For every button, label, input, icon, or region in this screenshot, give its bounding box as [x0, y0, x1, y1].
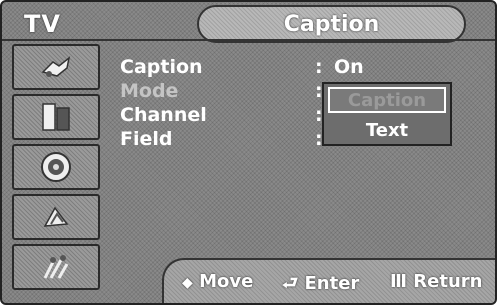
menu-title-tab: Caption	[197, 5, 466, 43]
move-icon: ◆	[182, 275, 193, 291]
title-divider	[2, 39, 495, 41]
menu-title: Caption	[283, 11, 380, 37]
menu-item-label: Caption	[120, 56, 203, 78]
mode-dropdown[interactable]: Caption Text	[322, 82, 452, 146]
menu-item-channel[interactable]: Channel	[120, 104, 320, 128]
picture-icon[interactable]	[12, 94, 100, 140]
return-icon: Ⅲ	[390, 271, 408, 292]
menu-item-label: Field	[120, 128, 173, 150]
channel-icon[interactable]	[12, 194, 100, 240]
menu-item-field[interactable]: Field	[120, 128, 320, 152]
enter-label: Enter	[304, 273, 360, 294]
caption-value: On	[334, 56, 364, 78]
menu-item-caption[interactable]: Caption	[120, 56, 320, 80]
help-bar: ◆ Move ⮐ Enter Ⅲ Return	[162, 258, 495, 303]
input-icon[interactable]	[12, 44, 100, 90]
return-label: Return	[413, 271, 483, 292]
tv-label: TV	[24, 10, 61, 38]
tv-osd-screen: TV Caption Caption Mode Channel Field: …	[0, 0, 497, 305]
enter-hint: ⮐ Enter	[282, 271, 359, 301]
colon: :	[315, 56, 323, 78]
menu-item-mode[interactable]: Mode	[120, 80, 320, 104]
sidebar	[2, 42, 110, 302]
dropdown-option-text[interactable]: Text	[328, 117, 446, 143]
enter-icon: ⮐	[282, 273, 299, 294]
menu-item-label: Channel	[120, 104, 207, 126]
move-hint: ◆ Move	[182, 271, 253, 292]
move-label: Move	[199, 271, 254, 292]
sound-icon[interactable]	[12, 144, 100, 190]
menu-item-label: Mode	[120, 80, 179, 102]
dropdown-option-caption[interactable]: Caption	[328, 87, 446, 113]
return-hint: Ⅲ Return	[390, 271, 482, 292]
setup-icon[interactable]	[12, 244, 100, 290]
